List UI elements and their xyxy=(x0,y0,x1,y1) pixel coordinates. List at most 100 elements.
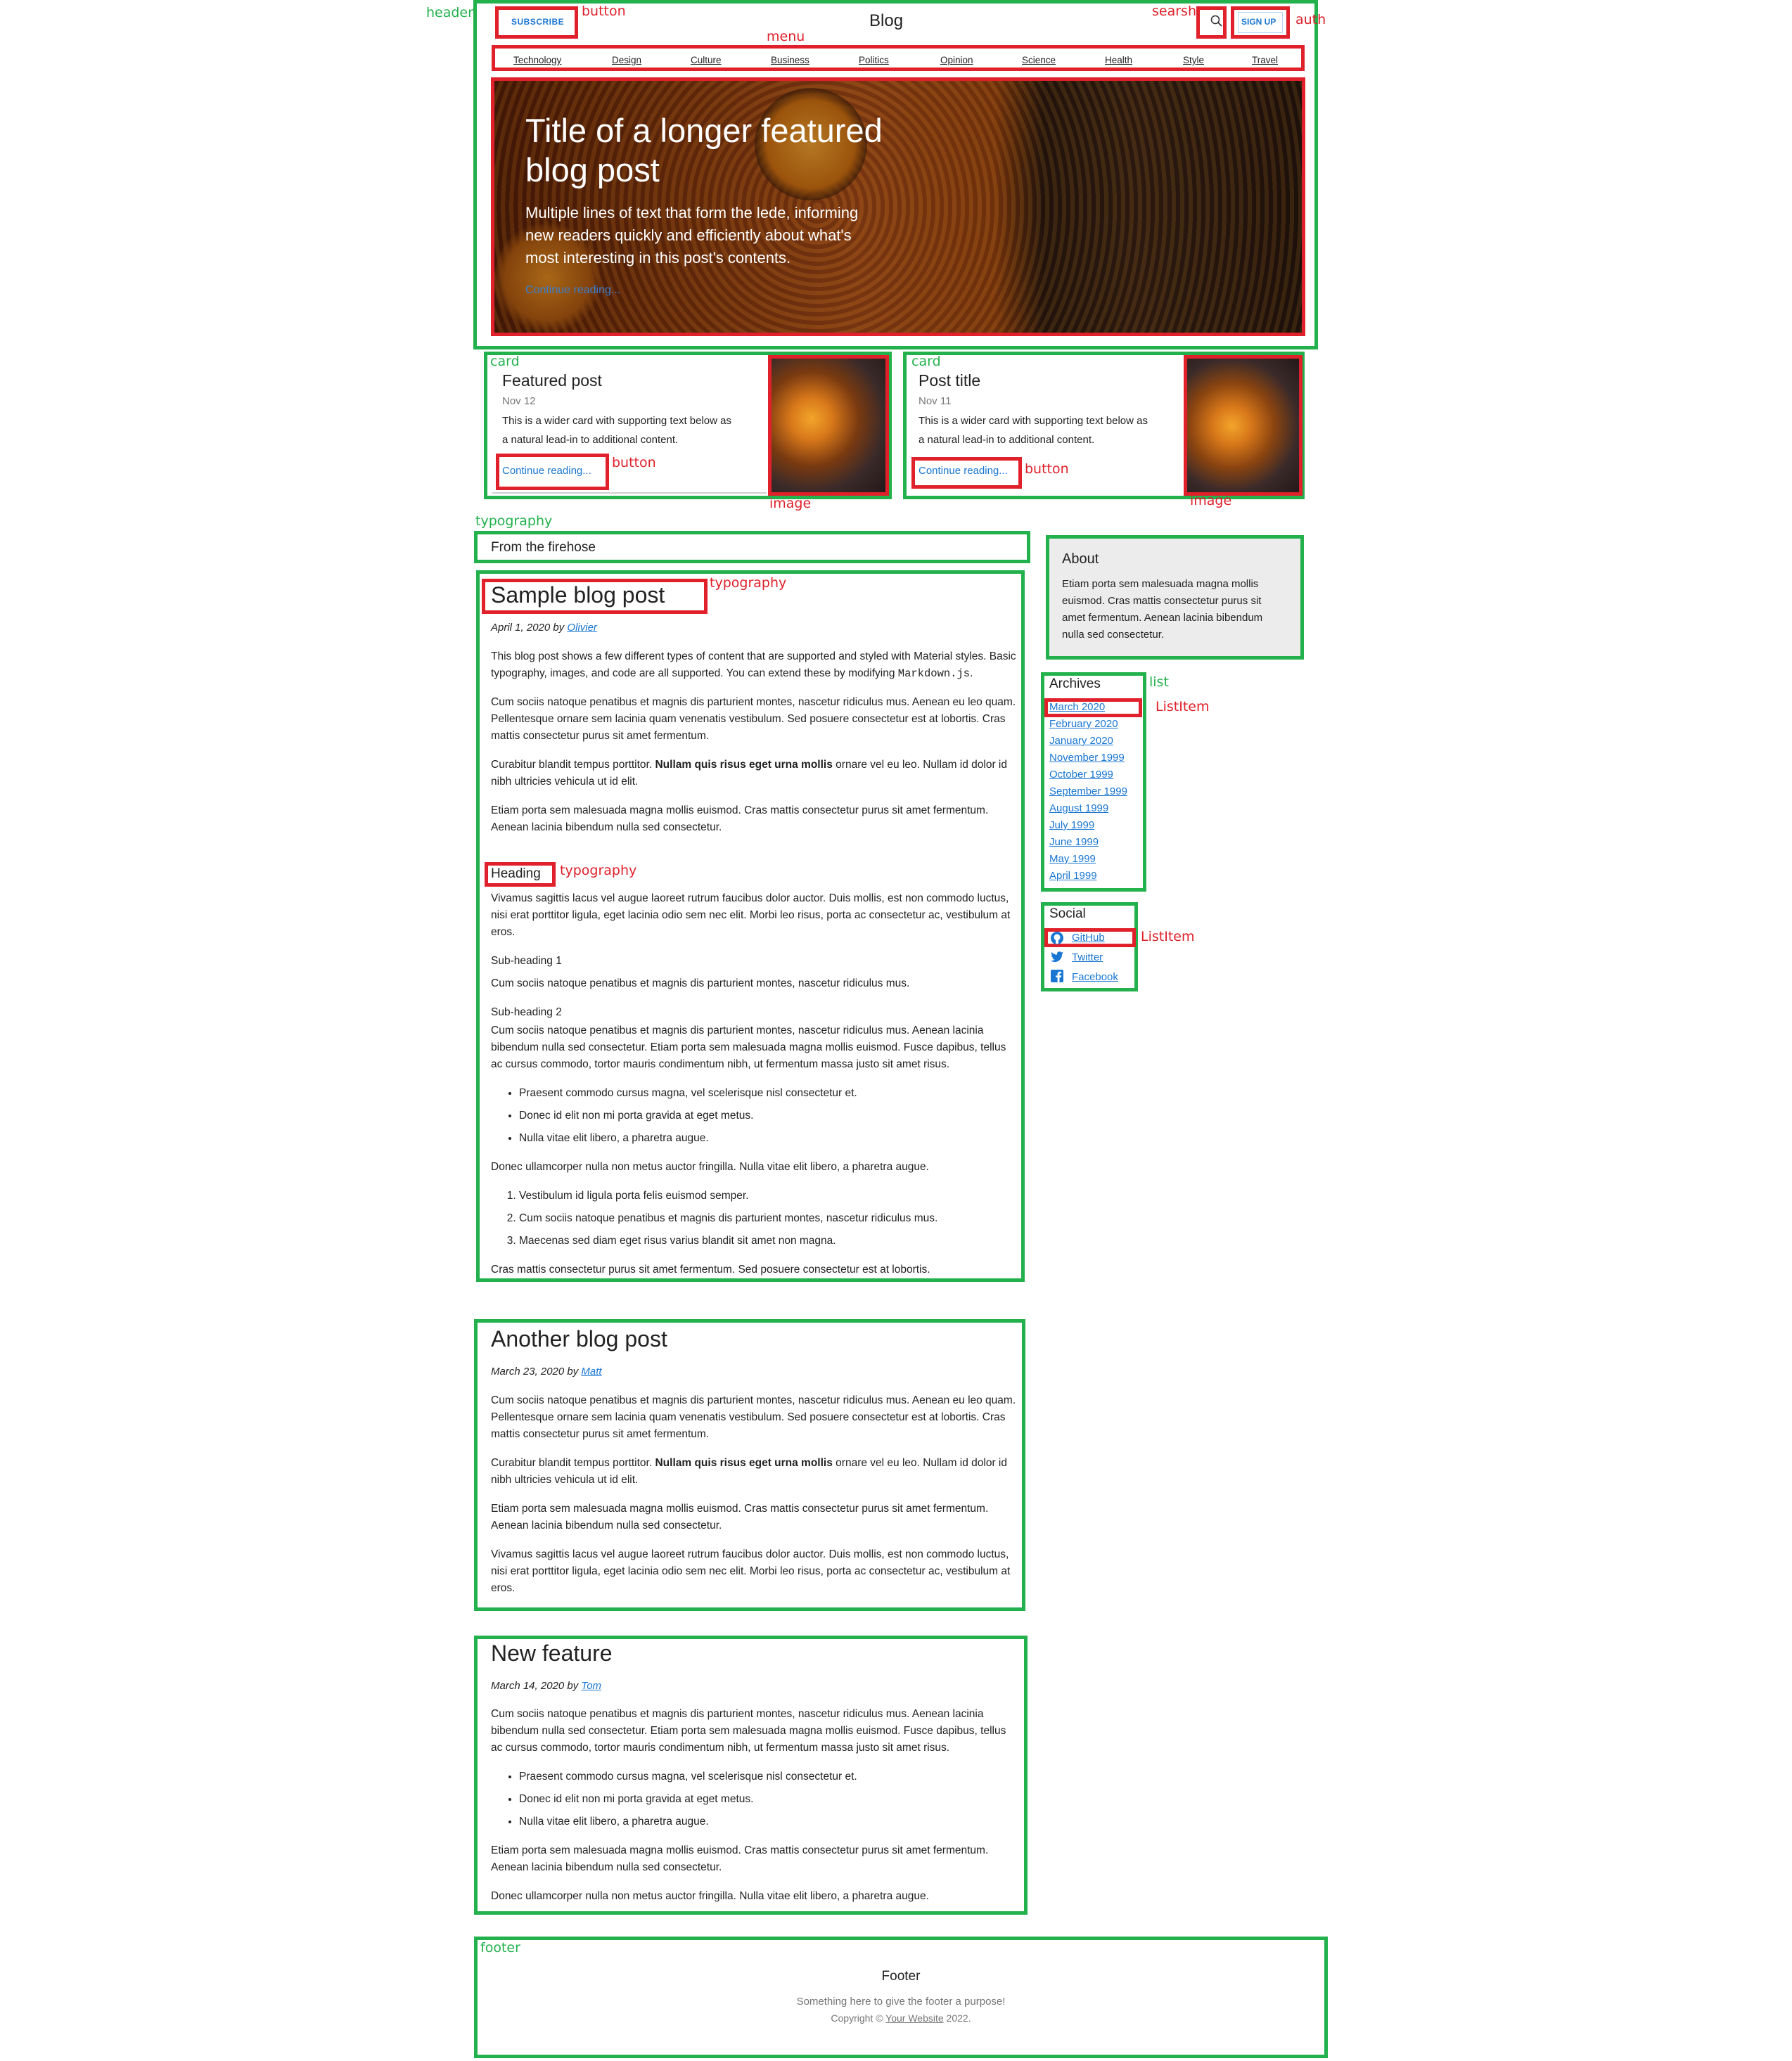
post-1-subheading-1: Sub-heading 1 xyxy=(491,955,562,967)
post-3-bullet-list: Praesent commodo cursus magna, vel scele… xyxy=(491,1768,1020,1830)
facebook-icon xyxy=(1051,970,1063,982)
archive-item-april-1999[interactable]: April 1999 xyxy=(1049,870,1097,882)
post-2-paragraph-4: Vivamus sagittis lacus vel augue laoreet… xyxy=(491,1548,1011,1594)
post-1-bullet-list: Praesent commodo cursus magna, vel scele… xyxy=(491,1085,1020,1147)
menu-technology[interactable]: Technology xyxy=(513,55,561,65)
card-1-divider xyxy=(492,492,767,494)
about-title: About xyxy=(1062,551,1099,567)
annotation-list: list xyxy=(1149,674,1169,690)
post-1-paragraph-7: Donec ullamcorper nulla non metus auctor… xyxy=(491,1161,929,1173)
post-2-body: Cum sociis natoque penatibus et magnis d… xyxy=(491,1392,1020,1609)
footer-copyright: Copyright © Your Website 2022. xyxy=(831,2012,971,2024)
archive-item-november-1999[interactable]: November 1999 xyxy=(1049,752,1125,764)
post-1-paragraph-1: Cum sociis natoque penatibus et magnis d… xyxy=(491,696,1016,742)
list-item: Praesent commodo cursus magna, vel scele… xyxy=(519,1768,1020,1785)
card-1-title: Featured post xyxy=(502,371,602,390)
card-1-text-line2: a natural lead-in to additional content. xyxy=(502,434,679,446)
post-1-paragraph-4: Vivamus sagittis lacus vel augue laoreet… xyxy=(491,892,1011,938)
archive-item-august-1999[interactable]: August 1999 xyxy=(1049,802,1108,814)
annotation-card-2-image: image xyxy=(1190,493,1232,508)
menu-travel[interactable]: Travel xyxy=(1252,55,1278,65)
social-title: Social xyxy=(1049,906,1086,921)
card-2-continue-label[interactable]: Continue reading... xyxy=(919,465,1008,477)
card-1-continue-label[interactable]: Continue reading... xyxy=(502,465,591,477)
card-2-text-line2: a natural lead-in to additional content. xyxy=(919,434,1095,446)
post-2-title: Another blog post xyxy=(491,1326,667,1351)
list-item: Nulla vitae elit libero, a pharetra augu… xyxy=(519,1813,1020,1830)
post-1-paragraph-8: Cras mattis consectetur purus sit amet f… xyxy=(491,1264,930,1276)
hero-continue-link[interactable]: Continue reading... xyxy=(525,284,620,297)
list-item: Maecenas sed diam eget risus varius blan… xyxy=(519,1233,1020,1250)
post-1-title: Sample blog post xyxy=(491,582,665,608)
post-1-paragraph-2: Curabitur blandit tempus porttitor. Null… xyxy=(491,759,1007,788)
menu-politics[interactable]: Politics xyxy=(859,55,889,65)
about-line-2: euismod. Cras mattis consectetur purus s… xyxy=(1062,595,1262,607)
post-1-author-link[interactable]: Olivier xyxy=(567,622,597,634)
post-2-date: March 23, 2020 by xyxy=(491,1366,582,1378)
footer-tagline: Something here to give the footer a purp… xyxy=(796,1996,1006,2008)
menu-science[interactable]: Science xyxy=(1022,55,1056,65)
signup-label[interactable]: SIGN UP xyxy=(1241,17,1276,27)
list-item: Nulla vitae elit libero, a pharetra augu… xyxy=(519,1130,1020,1147)
hero-title-line1: Title of a longer featured xyxy=(525,112,883,149)
hero-lede-line2: new readers quickly and efficiently abou… xyxy=(525,226,852,244)
card-2-text-line1: This is a wider card with supporting tex… xyxy=(919,415,1148,427)
menu-design[interactable]: Design xyxy=(612,55,641,65)
about-line-3: amet fermentum. Aenean lacinia bibendum xyxy=(1062,612,1263,624)
annotation-card-1-button: button xyxy=(612,455,656,470)
list-item: Cum sociis natoque penatibus et magnis d… xyxy=(519,1210,1020,1227)
about-line-4: nulla sed consectetur. xyxy=(1062,629,1165,641)
annotation-card-2-button: button xyxy=(1025,461,1069,477)
post-3-paragraph-1: Cum sociis natoque penatibus et magnis d… xyxy=(491,1708,1006,1754)
annotation-card-1: card xyxy=(490,354,520,369)
post-1-body-top: This blog post shows a few different typ… xyxy=(491,648,1020,848)
archive-item-september-1999[interactable]: September 1999 xyxy=(1049,785,1127,797)
post-3-body: Cum sociis natoque penatibus et magnis d… xyxy=(491,1706,1020,1917)
footer-site-link[interactable]: Your Website xyxy=(885,2012,944,2024)
card-2-title: Post title xyxy=(919,371,981,390)
footer-title: Footer xyxy=(881,1969,921,1984)
annotation-search: searsh xyxy=(1152,4,1196,19)
post-3-date: March 14, 2020 by xyxy=(491,1680,582,1692)
post-3-paragraph-2: Etiam porta sem malesuada magna mollis e… xyxy=(491,1844,989,1873)
archive-item-january-2020[interactable]: January 2020 xyxy=(1049,735,1113,747)
post-1-code: Markdown.js xyxy=(897,667,971,680)
post-1-subheading-2: Sub-heading 2 xyxy=(491,1006,562,1018)
archive-item-june-1999[interactable]: June 1999 xyxy=(1049,836,1099,848)
menu-culture[interactable]: Culture xyxy=(691,55,722,65)
social-facebook-link[interactable]: Facebook xyxy=(1072,971,1118,983)
card-1-text-line1: This is a wider card with supporting tex… xyxy=(502,415,731,427)
post-3-paragraph-3: Donec ullamcorper nulla non metus auctor… xyxy=(491,1890,929,1902)
list-item: Vestibulum id ligula porta felis euismod… xyxy=(519,1188,1020,1205)
annotation-card-1-image: image xyxy=(769,496,812,511)
annotation-listitem-archives: ListItem xyxy=(1156,699,1210,714)
post-3-byline: March 14, 2020 by Tom xyxy=(491,1680,601,1692)
archive-item-february-2020[interactable]: February 2020 xyxy=(1049,718,1118,730)
archive-item-october-1999[interactable]: October 1999 xyxy=(1049,769,1113,781)
annotation-listitem-social: ListItem xyxy=(1141,929,1195,944)
menu-opinion[interactable]: Opinion xyxy=(940,55,973,65)
post-2-byline: March 23, 2020 by Matt xyxy=(491,1366,602,1378)
annotation-button: button xyxy=(582,4,626,19)
menu-health[interactable]: Health xyxy=(1105,55,1132,65)
menu-business[interactable]: Business xyxy=(771,55,809,65)
annotation-header: header xyxy=(426,5,473,20)
social-github-link[interactable]: GitHub xyxy=(1072,932,1105,944)
archive-item-march-2020[interactable]: March 2020 xyxy=(1049,701,1105,713)
post-1-numbered-list: Vestibulum id ligula porta felis euismod… xyxy=(491,1188,1020,1250)
card-1-date: Nov 12 xyxy=(502,395,536,407)
post-2-paragraph-2: Curabitur blandit tempus porttitor. Null… xyxy=(491,1457,1007,1486)
menu-style[interactable]: Style xyxy=(1183,55,1204,65)
social-twitter-link[interactable]: Twitter xyxy=(1072,951,1103,963)
archive-item-may-1999[interactable]: May 1999 xyxy=(1049,853,1096,865)
list-item: Praesent commodo cursus magna, vel scele… xyxy=(519,1085,1020,1102)
post-2-author-link[interactable]: Matt xyxy=(581,1366,601,1378)
post-1-date: April 1, 2020 by xyxy=(491,622,568,634)
github-icon xyxy=(1051,932,1063,944)
subscribe-label[interactable]: SUBSCRIBE xyxy=(511,17,564,27)
annotation-typography-firehose: typography xyxy=(475,513,553,529)
post-1-paragraph-5: Cum sociis natoque penatibus et magnis d… xyxy=(491,977,910,989)
post-3-author-link[interactable]: Tom xyxy=(581,1680,601,1692)
annotation-post-1-typography: typography xyxy=(710,575,787,591)
archive-item-july-1999[interactable]: July 1999 xyxy=(1049,819,1094,831)
